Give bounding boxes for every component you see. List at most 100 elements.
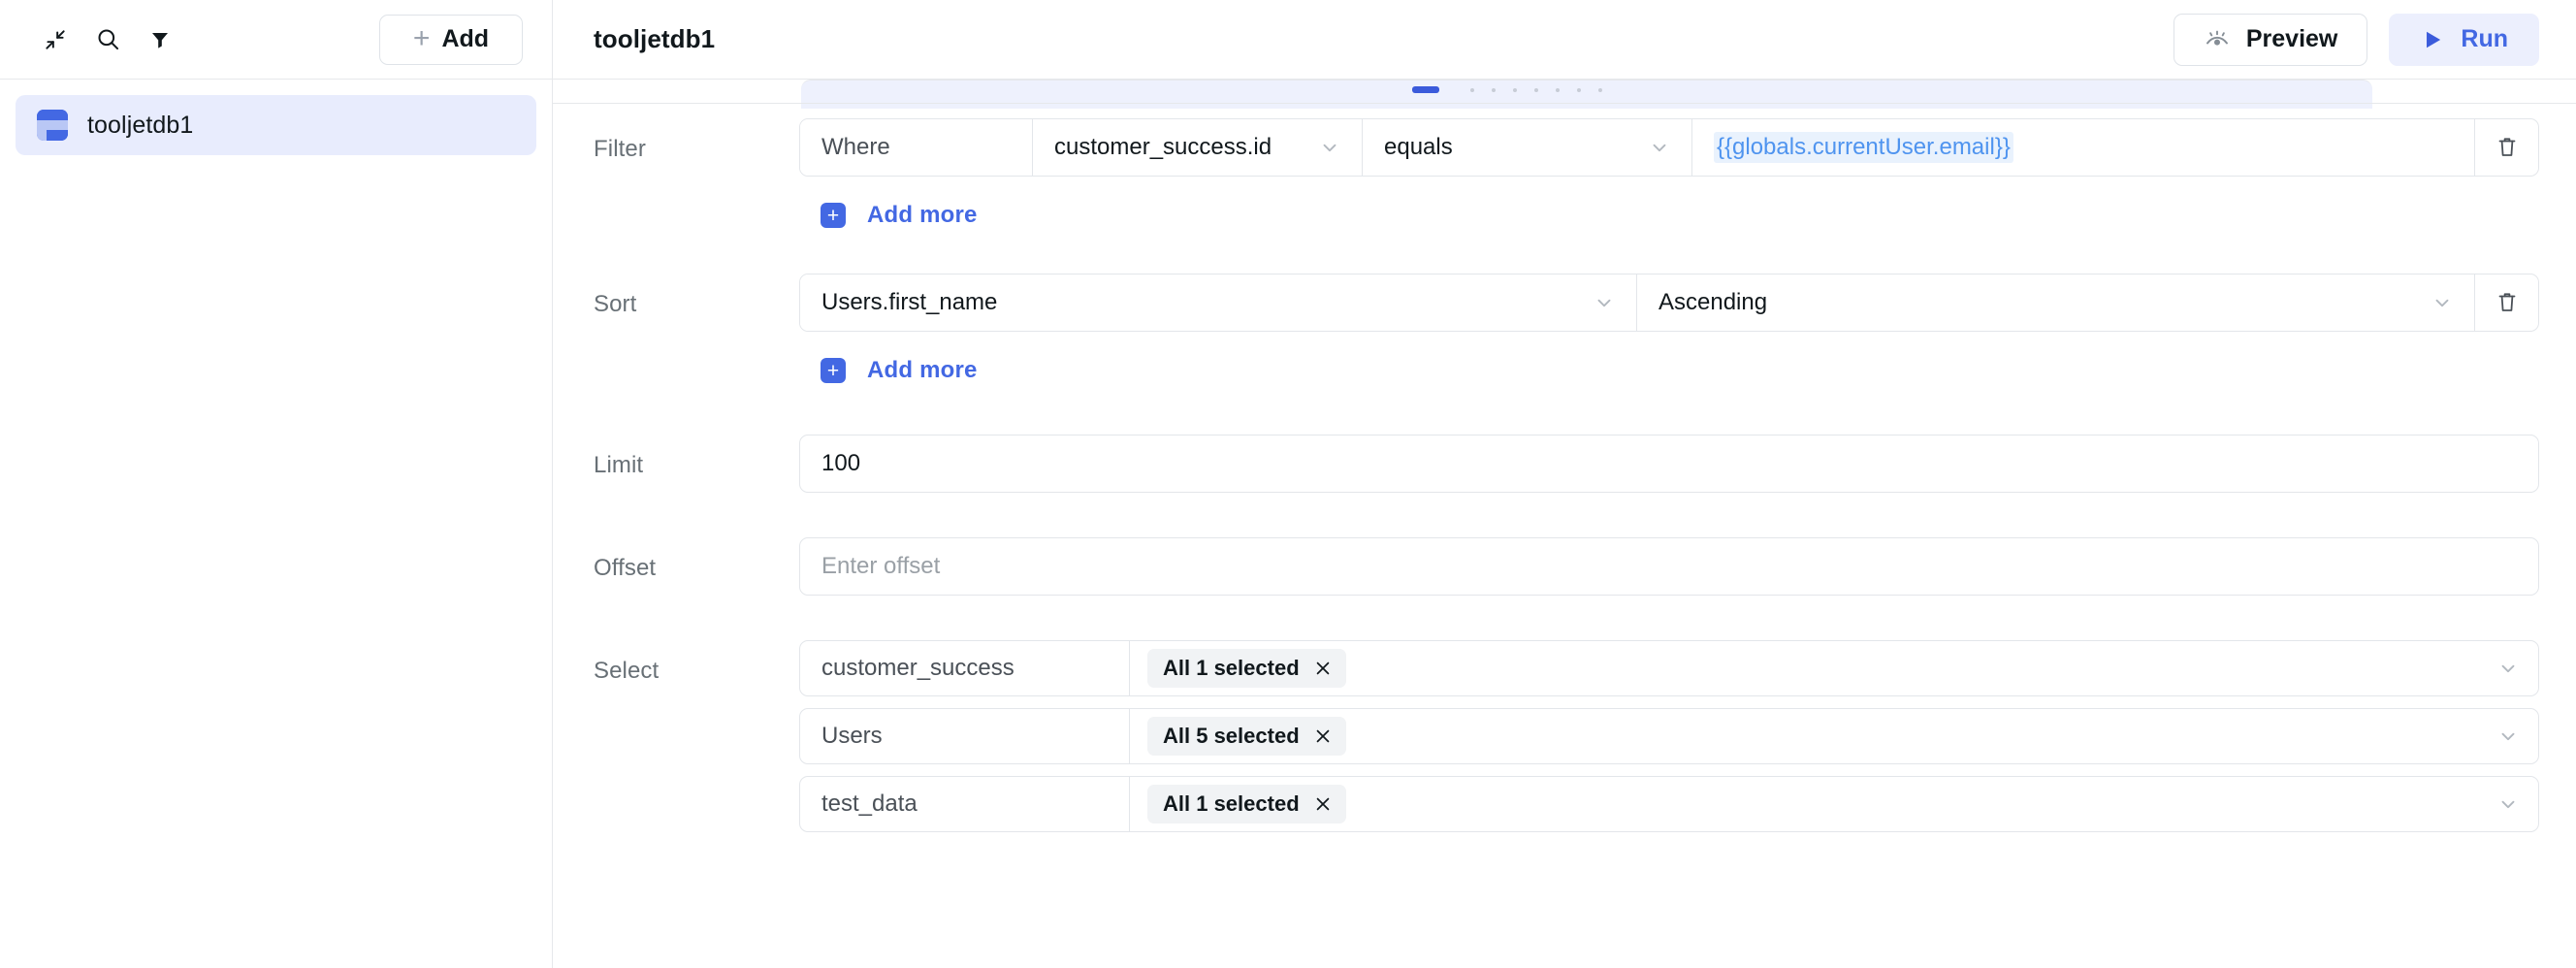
sort-row: Sort Users.first_name (594, 274, 2539, 384)
select-tags[interactable]: All 5 selected (1130, 709, 2478, 763)
scrolled-off-accent (1412, 86, 1439, 93)
trash-icon (2496, 135, 2519, 160)
preview-button-label: Preview (2246, 25, 2338, 53)
select-table-row: test_data All 1 selected (799, 776, 2539, 832)
spacer (594, 384, 2539, 435)
select-dropdown-toggle[interactable] (2478, 709, 2538, 763)
sidebar-toolbar: + Add (0, 0, 553, 79)
filter-where-label: Where (800, 119, 1033, 176)
header-actions: Preview Run (2174, 14, 2539, 66)
filter-label: Filter (594, 118, 799, 163)
filter-value-input[interactable]: {{globals.currentUser.email}} (1692, 119, 2474, 176)
select-label: Select (594, 640, 799, 685)
query-form: Filter Where customer_success.id (594, 118, 2539, 844)
plus-square-icon: + (821, 358, 846, 383)
status-badge: All 5 selected (1147, 717, 1346, 756)
filter-control-group: Where customer_success.id equals (799, 118, 2475, 177)
query-form-panel: Filter Where customer_success.id (553, 80, 2576, 968)
sort-column-select[interactable]: Users.first_name (800, 274, 1637, 331)
plus-icon: + (413, 24, 431, 53)
sort-control-group: Users.first_name Ascending (799, 274, 2475, 332)
select-tag-label: All 1 selected (1163, 791, 1300, 817)
select-tag-label: All 1 selected (1163, 656, 1300, 681)
offset-label: Offset (594, 537, 799, 582)
sort-column-value: Users.first_name (821, 289, 997, 316)
sidebar-item-tooljetdb1[interactable]: tooljetdb1 (16, 95, 536, 155)
scrolled-off-dots (1470, 88, 1602, 92)
chevron-down-icon (1302, 137, 1340, 158)
offset-fields: Enter offset (799, 537, 2539, 596)
close-icon[interactable] (1313, 726, 1333, 746)
offset-input[interactable]: Enter offset (799, 537, 2539, 596)
run-button-label: Run (2461, 25, 2508, 53)
sort-add-more-button[interactable]: + Add more (821, 357, 978, 384)
sidebar: tooljetdb1 (0, 80, 553, 968)
limit-input[interactable]: 100 (799, 435, 2539, 493)
sort-label: Sort (594, 274, 799, 318)
sidebar-item-label: tooljetdb1 (87, 112, 193, 140)
filter-operator-select[interactable]: equals (1363, 119, 1692, 176)
limit-row: Limit 100 (594, 435, 2539, 493)
database-table-icon (37, 110, 68, 141)
filter-column-select[interactable]: customer_success.id (1033, 119, 1363, 176)
spacer (594, 493, 2539, 537)
plus-square-icon: + (821, 203, 846, 228)
status-badge: All 1 selected (1147, 785, 1346, 823)
filter-operator-value: equals (1384, 134, 1453, 161)
filter-add-more-button[interactable]: + Add more (821, 202, 978, 229)
select-table-row: Users All 5 selected (799, 708, 2539, 764)
filter-column-value: customer_success.id (1054, 134, 1272, 161)
chevron-down-icon (1576, 292, 1615, 313)
search-icon[interactable] (81, 14, 134, 66)
select-table-name: customer_success (800, 641, 1130, 695)
scrolled-off-panel (801, 80, 2372, 109)
limit-fields: 100 (799, 435, 2539, 493)
page-title: tooljetdb1 (594, 24, 715, 54)
add-button-label: Add (441, 25, 489, 53)
filter-fields: Where customer_success.id equals (799, 118, 2539, 229)
filter-row: Filter Where customer_success.id (594, 118, 2539, 229)
select-table-name: test_data (800, 777, 1130, 831)
close-icon[interactable] (1313, 794, 1333, 814)
select-table-row: customer_success All 1 selected (799, 640, 2539, 696)
filter-value-expression: {{globals.currentUser.email}} (1714, 132, 2013, 163)
collapse-arrows-icon[interactable] (29, 14, 81, 66)
app-root: + Add tooljetdb1 (0, 0, 2576, 968)
offset-row: Offset Enter offset (594, 537, 2539, 596)
chevron-down-icon (1631, 137, 1670, 158)
select-dropdown-toggle[interactable] (2478, 777, 2538, 831)
sort-add-more-label: Add more (867, 357, 978, 384)
select-dropdown-toggle[interactable] (2478, 641, 2538, 695)
status-badge: All 1 selected (1147, 649, 1346, 688)
scroll-area[interactable]: Filter Where customer_success.id (553, 80, 2576, 968)
filter-delete-button[interactable] (2475, 118, 2539, 177)
select-table-name: Users (800, 709, 1130, 763)
sort-delete-button[interactable] (2475, 274, 2539, 332)
body: tooljetdb1 Filter (0, 80, 2576, 968)
select-row-group: Select customer_success All 1 selected (594, 640, 2539, 844)
close-icon[interactable] (1313, 659, 1333, 678)
spacer (594, 596, 2539, 640)
trash-icon (2496, 290, 2519, 315)
sort-direction-value: Ascending (1658, 289, 1767, 316)
limit-label: Limit (594, 435, 799, 479)
eye-icon (2204, 29, 2231, 50)
filter-icon[interactable] (134, 14, 186, 66)
scroll-divider (553, 103, 2576, 104)
select-fields: customer_success All 1 selected (799, 640, 2539, 844)
query-header: tooljetdb1 Preview (553, 0, 2576, 79)
top-bar: + Add tooljetdb1 (0, 0, 2576, 80)
preview-button[interactable]: Preview (2174, 14, 2368, 66)
filter-condition: Where customer_success.id equals (799, 118, 2539, 177)
sort-condition: Users.first_name Ascending (799, 274, 2539, 332)
add-button[interactable]: + Add (379, 15, 523, 65)
play-icon (2420, 27, 2445, 52)
chevron-down-icon (2414, 292, 2453, 313)
select-tag-label: All 5 selected (1163, 724, 1300, 749)
run-button[interactable]: Run (2389, 14, 2539, 66)
filter-add-more-label: Add more (867, 202, 978, 229)
sort-fields: Users.first_name Ascending (799, 274, 2539, 384)
sort-direction-select[interactable]: Ascending (1637, 274, 2474, 331)
select-tags[interactable]: All 1 selected (1130, 641, 2478, 695)
select-tags[interactable]: All 1 selected (1130, 777, 2478, 831)
